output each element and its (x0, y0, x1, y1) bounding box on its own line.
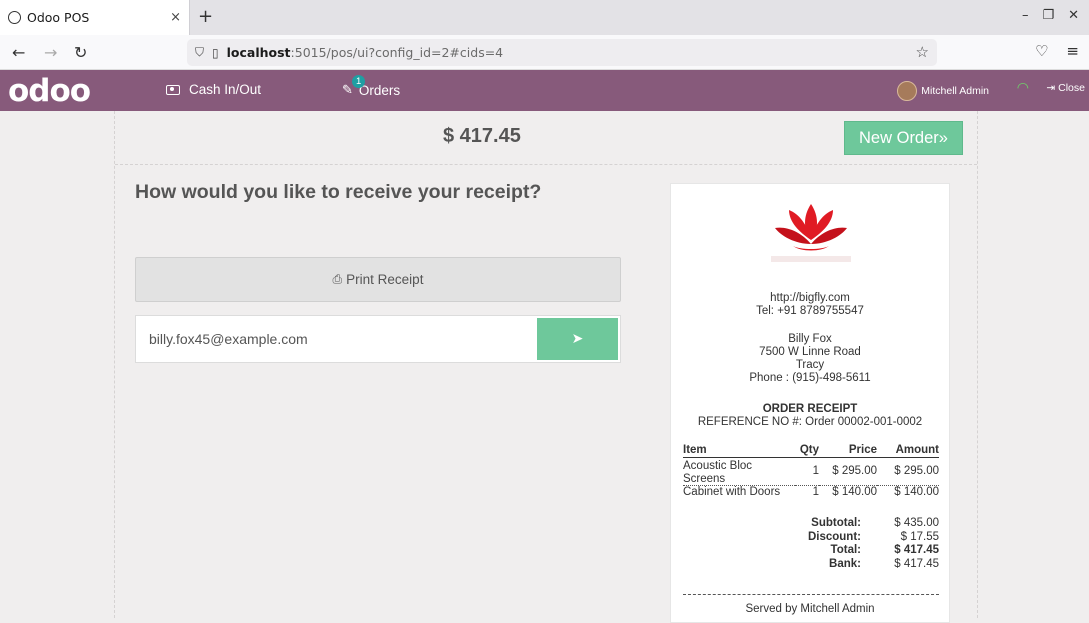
discount-label: Discount: (807, 530, 861, 543)
total-value: $ 417.45 (894, 544, 939, 556)
paper-plane-icon: ➤ (571, 331, 584, 347)
line-price: $ 140.00 (832, 486, 877, 498)
avatar (897, 81, 918, 101)
double-chevron-right-icon: » (938, 128, 948, 147)
pos-header: odoo Cash In/Out ✎ 1 Orders Mitchell Admi… (0, 70, 1089, 111)
window-controls: – ❐ ✕ (1022, 8, 1079, 23)
page-icon[interactable]: ▯ (212, 46, 219, 60)
line-amount: $ 140.00 (894, 486, 939, 498)
user-name: Mitchell Admin (921, 85, 989, 97)
sign-out-icon: ⇥ (1046, 82, 1056, 94)
col-amount: Amount (877, 444, 939, 458)
forward-icon[interactable]: → (44, 43, 57, 62)
window-close-icon[interactable]: ✕ (1068, 8, 1079, 23)
back-icon[interactable]: ← (12, 43, 25, 62)
subtotal-label: Subtotal: (811, 517, 861, 529)
close-session-button[interactable]: ⇥ Close (1046, 82, 1085, 94)
receipt-screen: $ 417.45 New Order » How would you like … (114, 111, 978, 623)
line-qty: 1 (812, 486, 819, 498)
email-input[interactable] (136, 316, 536, 362)
subtotal-value: $ 435.00 (894, 517, 939, 529)
customer-phone: Phone : (915)-498-5611 (749, 372, 871, 384)
cash-in-out-label: Cash In/Out (189, 82, 262, 97)
receipt-items-header: Item Qty Price Amount (683, 444, 939, 458)
print-receipt-button[interactable]: ⎙ Print Receipt (135, 257, 621, 302)
receipt-divider (683, 594, 939, 595)
cash-in-out-button[interactable]: Cash In/Out (166, 82, 261, 97)
receipt-preview: http://bigfly.com Tel: +91 8789755547 Bi… (670, 183, 950, 623)
line-qty: 1 (795, 457, 819, 486)
new-tab-button[interactable]: + (198, 6, 213, 27)
col-item: Item (683, 444, 795, 458)
lotus-logo (771, 204, 851, 262)
bank-label: Bank: (829, 557, 861, 570)
minimize-icon[interactable]: – (1022, 8, 1029, 23)
receipt-line: Cabinet with Doors 1 $ 140.00 $ 140.00 (683, 486, 939, 499)
receipt-website: http://bigfly.com (770, 292, 850, 304)
total-label: Total: (830, 544, 861, 556)
print-icon: ⎙ (332, 272, 343, 286)
line-item: Acoustic Bloc Screens (683, 457, 795, 486)
orders-label: Orders (358, 82, 401, 98)
discount-value: $ 17.55 (900, 530, 939, 543)
restore-icon[interactable]: ❐ (1042, 8, 1054, 23)
browser-toolbar-right: ♡ ≡ (1035, 42, 1079, 60)
tab-title: Odoo POS (27, 10, 90, 25)
send-email-button[interactable]: ➤ (537, 318, 618, 360)
url-host: localhost (226, 45, 291, 60)
line-price: $ 295.00 (819, 457, 877, 486)
col-qty: Qty (795, 444, 819, 458)
url-path: :5015/pos/ui?config_id=2#cids=4 (290, 45, 504, 60)
print-receipt-label: Print Receipt (346, 272, 424, 287)
receipt-title: ORDER RECEIPT (762, 403, 858, 415)
new-order-button[interactable]: New Order » (844, 121, 963, 155)
receipt-totals: Subtotal: $ 435.00 Discount: $ 17.55 Total… (683, 517, 939, 571)
customer-name: Billy Fox (788, 333, 832, 345)
browser-tab-bar: Odoo POS × + – ❐ ✕ (0, 0, 1089, 35)
menu-icon[interactable]: ≡ (1066, 42, 1079, 60)
tab-favicon-icon (8, 11, 21, 24)
user-menu[interactable]: Mitchell Admin (897, 81, 989, 101)
bookmark-star-icon[interactable]: ☆ (916, 43, 929, 61)
receipt-items: Item Qty Price Amount Acoustic Bloc Scre… (683, 444, 939, 499)
browser-tab[interactable]: Odoo POS × (0, 0, 190, 35)
cash-icon (166, 84, 180, 95)
email-receipt-box: ➤ (135, 315, 621, 363)
ticket-icon: ✎ 1 (342, 75, 366, 98)
pocket-icon[interactable]: ♡ (1035, 42, 1048, 60)
line-item: Cabinet with Doors (683, 486, 781, 498)
receipt-line: Acoustic Bloc Screens 1 $ 295.00 $ 295.0… (683, 457, 939, 486)
orders-button[interactable]: ✎ 1 Orders (342, 75, 401, 98)
customer-city: Tracy (795, 359, 825, 371)
receipt-reference: REFERENCE NO #: Order 00002-001-0002 (697, 416, 923, 428)
line-amount: $ 295.00 (877, 457, 939, 486)
shield-icon[interactable]: ⛉ (195, 45, 204, 60)
url-bar[interactable]: ⛉ ▯ localhost:5015/pos/ui?config_id=2#ci… (187, 39, 937, 66)
tab-close-icon[interactable]: × (170, 10, 181, 25)
close-label: Close (1058, 82, 1085, 94)
served-by: Served by Mitchell Admin (745, 603, 875, 615)
col-price: Price (819, 444, 877, 458)
top-row: $ 417.45 New Order » (115, 111, 977, 165)
odoo-logo: odoo (8, 73, 91, 109)
order-total: $ 417.45 (443, 125, 521, 147)
reload-icon[interactable]: ↻ (74, 43, 87, 62)
receipt-phone: Tel: +91 8789755547 (756, 305, 864, 317)
new-order-label: New Order (859, 128, 939, 147)
bank-value: $ 417.45 (894, 557, 939, 570)
receipt-question: How would you like to receive your recei… (135, 181, 542, 203)
customer-street: 7500 W Linne Road (759, 346, 861, 358)
browser-nav-bar: ← → ↻ ⛉ ▯ localhost:5015/pos/ui?config_i… (0, 35, 1089, 70)
wifi-icon: ◠ (1016, 80, 1029, 96)
